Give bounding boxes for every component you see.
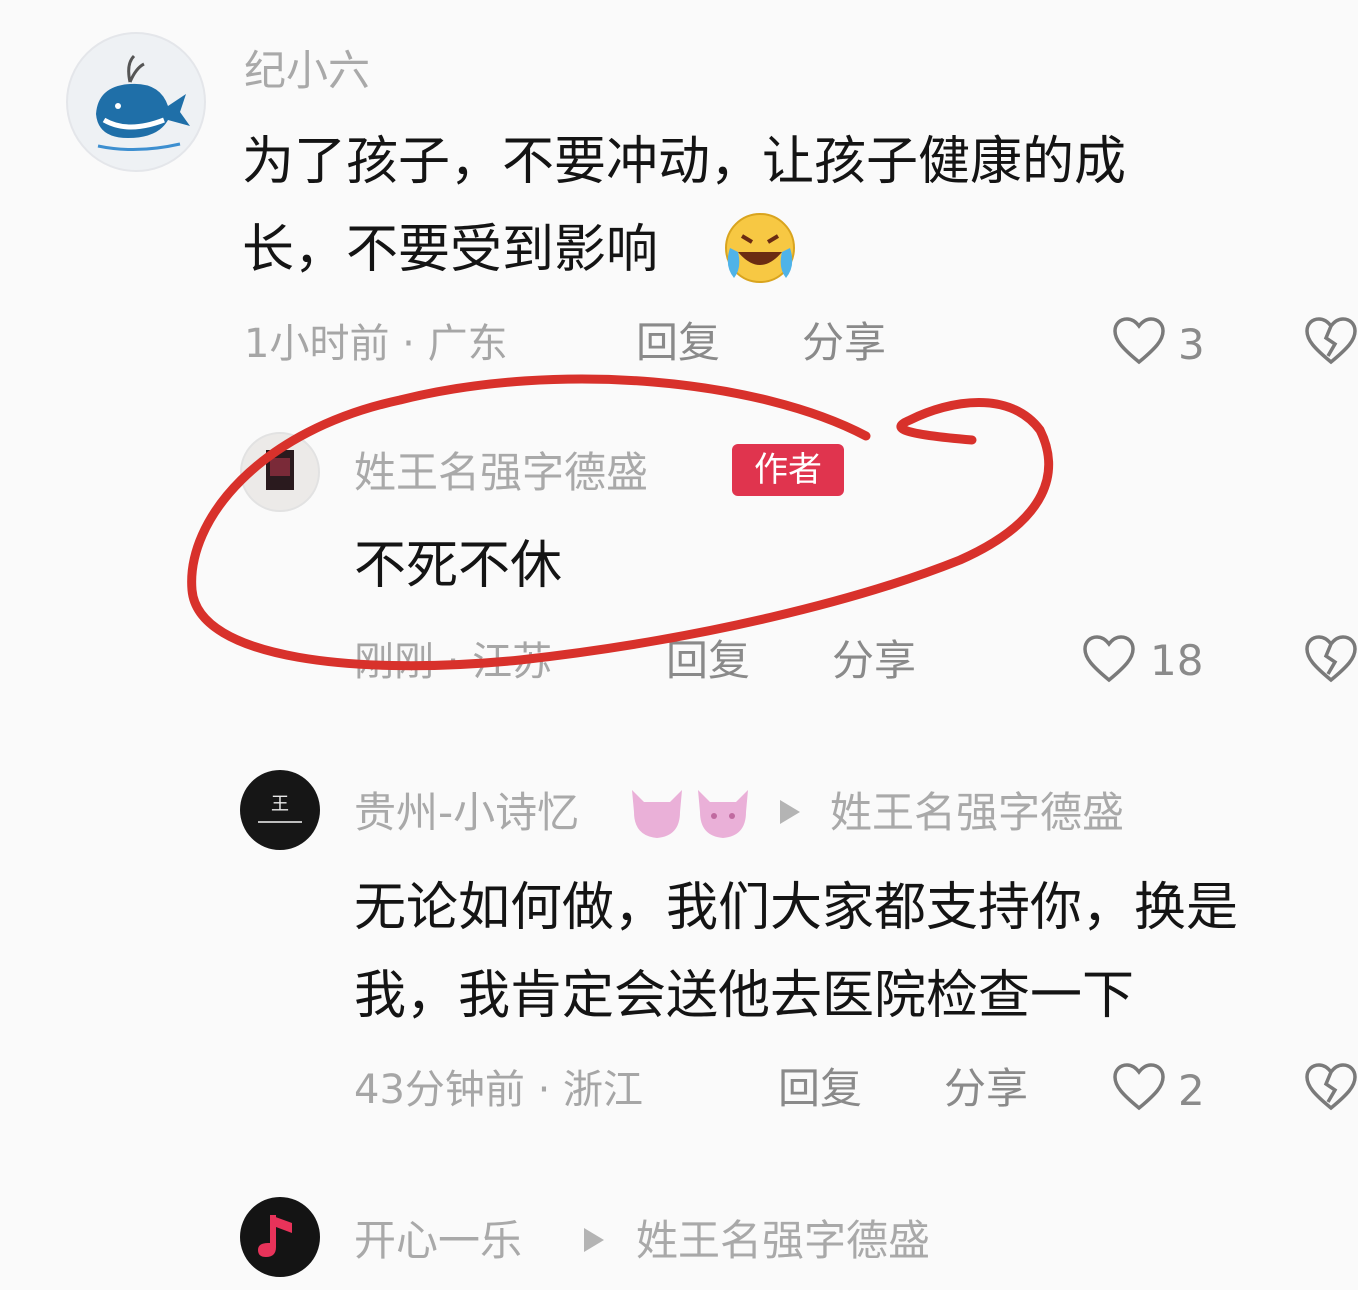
comment-text-line2: 长，不要受到影响 xyxy=(242,220,659,280)
whale-icon xyxy=(96,54,190,152)
author-reply-text: 不死不休 xyxy=(354,536,563,596)
laughing-crying-emoji-icon xyxy=(725,213,795,283)
like-count: 3 xyxy=(1178,320,1205,369)
heart-icon[interactable] xyxy=(1112,1062,1166,1112)
reply-to-username[interactable]: 姓王名强字德盛 xyxy=(636,1220,930,1262)
author-reply-meta: 刚刚 · 江苏 xyxy=(354,639,553,685)
heart-icon[interactable] xyxy=(1112,316,1166,366)
guizhou-meta: 43分钟前 · 浙江 xyxy=(354,1067,644,1113)
author-avatar-icon xyxy=(266,450,294,490)
author-username[interactable]: 姓王名强字德盛 xyxy=(354,452,648,494)
share-button[interactable]: 分享 xyxy=(832,640,916,682)
devil-emoji-icon xyxy=(632,790,682,838)
reply-button[interactable]: 回复 xyxy=(636,322,720,364)
kaixin-username[interactable]: 开心一乐 xyxy=(354,1220,522,1262)
guizhou-avatar-icon: 王 xyxy=(258,794,302,823)
author-tag-badge: 作者 xyxy=(732,444,844,496)
comment-text-line1: 为了孩子，不要冲动，让孩子健康的成 xyxy=(242,132,1127,192)
guizhou-text-line1: 无论如何做，我们大家都支持你，换是 xyxy=(354,878,1239,938)
devil-emoji-icon xyxy=(698,790,748,838)
heart-icon[interactable] xyxy=(1082,634,1136,684)
broken-heart-icon[interactable] xyxy=(1304,634,1358,684)
share-button[interactable]: 分享 xyxy=(802,322,886,364)
broken-heart-icon[interactable] xyxy=(1304,1062,1358,1112)
music-note-icon xyxy=(258,1215,292,1257)
avatar-whale[interactable] xyxy=(66,32,206,172)
avatar-kaixin[interactable] xyxy=(240,1197,320,1277)
avatar-author[interactable] xyxy=(240,432,320,512)
comment-meta: 1小时前 · 广东 xyxy=(244,321,508,367)
broken-heart-icon[interactable] xyxy=(1304,316,1358,366)
avatar-guizhou[interactable]: 王 xyxy=(240,770,320,850)
guizhou-text-line2: 我，我肯定会送他去医院检查一下 xyxy=(354,966,1135,1026)
like-count: 18 xyxy=(1150,636,1204,685)
guizhou-username[interactable]: 贵州-小诗忆 xyxy=(354,792,579,834)
share-button[interactable]: 分享 xyxy=(944,1068,1028,1110)
comment-username[interactable]: 纪小六 xyxy=(244,50,370,92)
reply-to-username[interactable]: 姓王名强字德盛 xyxy=(830,792,1124,834)
triangle-arrow-icon xyxy=(780,800,800,824)
reply-button[interactable]: 回复 xyxy=(666,640,750,682)
triangle-arrow-icon xyxy=(584,1228,604,1252)
svg-text:王: 王 xyxy=(271,794,289,815)
like-count: 2 xyxy=(1178,1066,1205,1115)
reply-button[interactable]: 回复 xyxy=(778,1068,862,1110)
